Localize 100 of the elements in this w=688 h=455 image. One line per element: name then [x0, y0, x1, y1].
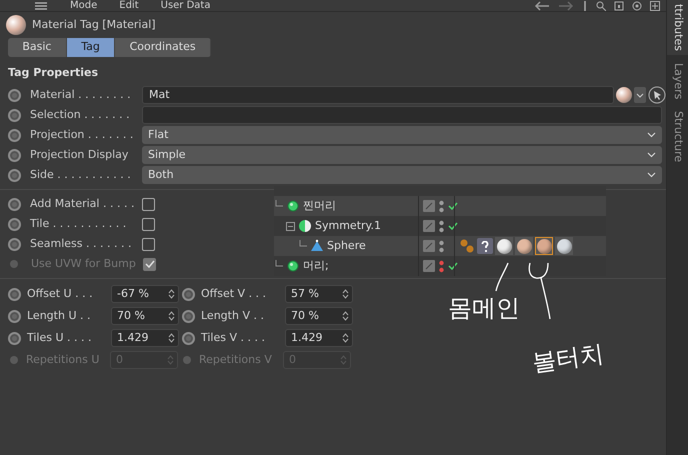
radio-icon[interactable]: [8, 108, 21, 122]
radio-icon: [10, 260, 18, 268]
number-field[interactable]: 70 %: [285, 307, 353, 325]
section-title: Tag Properties: [8, 64, 100, 80]
visibility-dots-icon[interactable]: [439, 220, 444, 232]
object-name: 찐머리: [303, 198, 336, 214]
material-ball-icon: [616, 87, 632, 103]
dropdown[interactable]: Flat: [142, 126, 662, 144]
material-tag[interactable]: [515, 237, 533, 255]
radio-icon[interactable]: [8, 148, 21, 162]
radio-icon[interactable]: [8, 218, 21, 230]
collapse-icon[interactable]: [286, 222, 295, 230]
layer-swatch-icon[interactable]: [423, 260, 435, 272]
field-label: Repetitions V: [199, 352, 273, 368]
number-field[interactable]: 1.429: [111, 329, 179, 347]
radio-icon[interactable]: [8, 168, 21, 182]
panel-title: Material Tag [Material]: [32, 16, 156, 33]
material-tag[interactable]: [495, 237, 513, 255]
material-tag[interactable]: [535, 237, 553, 255]
checkbox[interactable]: [142, 198, 155, 210]
field-label: Offset V . . .: [201, 286, 268, 302]
radio-icon[interactable]: [8, 332, 21, 344]
object-name: Symmetry.1: [315, 218, 381, 234]
radio-icon[interactable]: [182, 332, 195, 344]
spinner-arrows-icon[interactable]: [342, 310, 349, 322]
checkbox[interactable]: [142, 238, 155, 250]
checkbox-label: Use UVW for Bump: [31, 256, 137, 272]
tab[interactable]: Tag: [66, 38, 116, 56]
field-label: Material . . . . . . . .: [30, 86, 132, 103]
number-field[interactable]: 70 %: [111, 307, 179, 325]
object-row[interactable]: Sphere: [274, 236, 606, 256]
link-field[interactable]: Mat: [142, 86, 614, 104]
spinner-arrows-icon[interactable]: [342, 332, 349, 344]
checkmark-icon[interactable]: [448, 202, 458, 210]
question-mark-tag[interactable]: [477, 238, 493, 254]
radio-icon[interactable]: [8, 198, 21, 210]
question-mark-icon: [481, 240, 489, 252]
dropdown[interactable]: Simple: [142, 146, 662, 164]
handwritten-note: 볼터치: [530, 341, 606, 375]
menu-item[interactable]: Mode: [70, 0, 98, 10]
visibility-dots-icon[interactable]: [439, 200, 444, 212]
side-tab[interactable]: Layers: [667, 58, 688, 104]
texture-tag-icon[interactable]: [459, 238, 475, 254]
layer-swatch-icon[interactable]: [423, 220, 435, 232]
menu-icon[interactable]: [34, 0, 48, 10]
side-tab[interactable]: ttributes: [667, 0, 688, 55]
field-label: Length V . .: [201, 308, 265, 324]
chevron-icon: [647, 132, 656, 138]
plus-icon[interactable]: [650, 0, 660, 10]
triangle-icon: [310, 239, 324, 253]
checkbox-label: Add Material . . . . .: [30, 196, 136, 212]
radio-icon[interactable]: [8, 88, 21, 102]
material-tag[interactable]: [555, 237, 573, 255]
dropdown[interactable]: Both: [142, 166, 662, 184]
visibility-dots-icon[interactable]: [439, 260, 444, 272]
spinner-arrows-icon[interactable]: [168, 310, 175, 322]
spinner-arrows-icon[interactable]: [168, 332, 175, 344]
search-icon[interactable]: [596, 0, 606, 10]
visibility-dots-icon[interactable]: [439, 240, 444, 252]
target-icon[interactable]: [632, 0, 642, 10]
checkmark-icon[interactable]: [448, 222, 458, 230]
input-field[interactable]: [142, 106, 662, 124]
radio-icon[interactable]: [182, 310, 195, 322]
radio-icon[interactable]: [182, 288, 195, 300]
field-label: Tiles V . . . .: [201, 330, 266, 346]
checkmark-icon[interactable]: [448, 262, 458, 270]
number-field[interactable]: -67 %: [111, 285, 179, 303]
radio-icon[interactable]: [8, 310, 21, 322]
object-row[interactable]: 머리;: [274, 256, 606, 276]
menu-item[interactable]: User Data: [160, 0, 210, 10]
object-row[interactable]: 찐머리: [274, 196, 606, 216]
field-label: Side . . . . . . . . . . .: [30, 166, 132, 183]
checkbox[interactable]: [142, 218, 155, 230]
radio-icon[interactable]: [8, 238, 21, 250]
number-field[interactable]: 1.429: [285, 329, 353, 347]
spinner-arrows-icon[interactable]: [342, 288, 349, 300]
radio-icon: [10, 356, 18, 364]
arrow-left-icon[interactable]: [534, 0, 550, 10]
radio-icon[interactable]: [8, 288, 21, 300]
dropdown-icon[interactable]: [634, 87, 646, 103]
half-circle-icon: [298, 219, 312, 233]
layer-swatch-icon[interactable]: [423, 200, 435, 212]
checkbox-label: Seamless . . . . . . .: [30, 236, 132, 252]
field-label: Selection . . . . . . .: [30, 106, 131, 123]
spinner-arrows-icon[interactable]: [168, 288, 175, 300]
field-label: Offset U . . .: [27, 286, 94, 302]
number-field[interactable]: 57 %: [285, 285, 353, 303]
material-ball-icon: [6, 15, 26, 35]
side-tab[interactable]: Structure: [667, 107, 688, 167]
null-object-icon: [286, 199, 300, 213]
chevron-icon: [647, 152, 656, 158]
menu-item[interactable]: Edit: [119, 0, 139, 10]
object-name: Sphere: [327, 238, 366, 254]
layer-swatch-icon[interactable]: [423, 240, 435, 252]
radio-icon[interactable]: [8, 128, 21, 142]
tab[interactable]: Coordinates: [115, 38, 211, 56]
tab[interactable]: Basic: [8, 38, 67, 56]
cursor-icon[interactable]: [648, 86, 666, 104]
field-label: Repetitions U: [26, 352, 100, 368]
object-name: 머리;: [303, 258, 329, 274]
